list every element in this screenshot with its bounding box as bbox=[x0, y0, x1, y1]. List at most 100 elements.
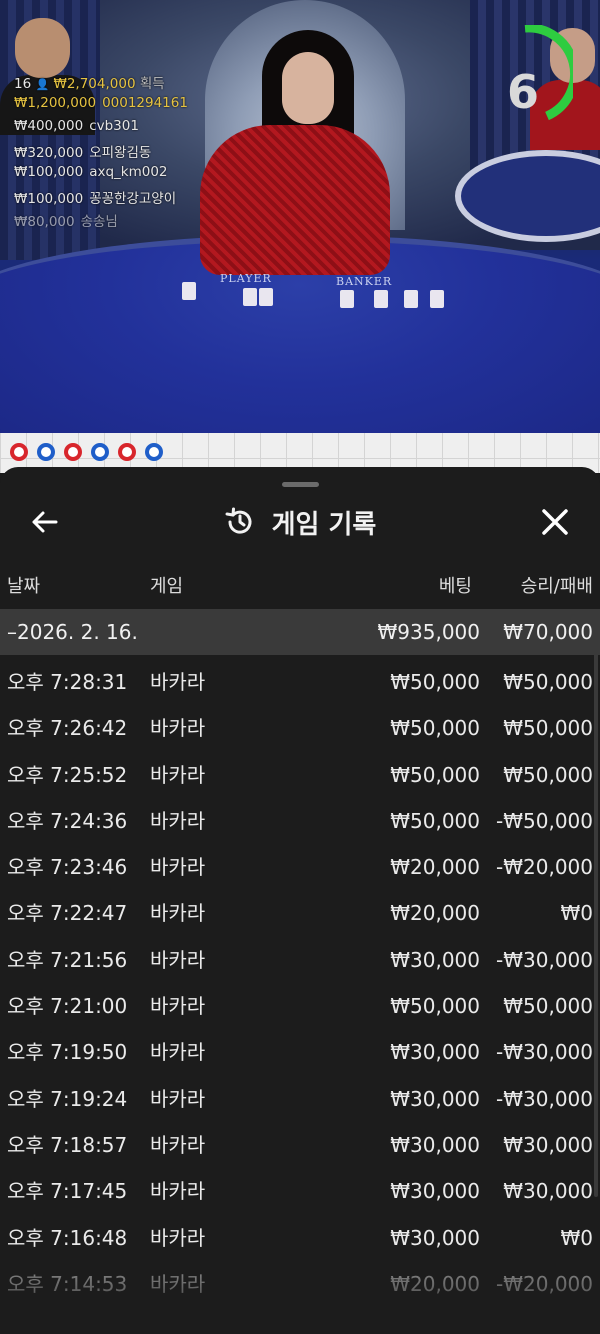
row-game: 바카라 bbox=[150, 1132, 206, 1157]
row-result: ₩50,000 bbox=[503, 670, 593, 694]
row-game: 바카라 bbox=[150, 1225, 206, 1250]
live-video[interactable]: PLAYER BANKER 16 👤 ₩2,704,000 획득 ₩1,200,… bbox=[0, 0, 600, 433]
column-header-result[interactable]: 승리/패배 bbox=[521, 572, 593, 598]
row-time: 오후 7:26:42 bbox=[7, 716, 128, 741]
row-time: 오후 7:19:50 bbox=[7, 1040, 128, 1065]
row-result: ₩0 bbox=[560, 1225, 594, 1250]
bet-amount: ₩100,000 bbox=[14, 191, 84, 207]
history-row[interactable]: 오후 7:28:31 바카라 ₩50,000 ₩50,000 bbox=[0, 659, 600, 705]
total-winnings: ₩2,704,000 bbox=[53, 76, 136, 92]
row-result: -₩30,000 bbox=[496, 1086, 593, 1111]
row-bet: ₩50,000 bbox=[390, 762, 480, 787]
road-dot-banker bbox=[10, 443, 28, 461]
bet-amount: ₩320,000 bbox=[14, 145, 84, 161]
history-row[interactable]: 오후 7:18:57 바카라 ₩30,000 ₩30,000 bbox=[0, 1122, 600, 1168]
table-header: 날짜 게임 베팅 승리/패배 bbox=[0, 572, 600, 602]
row-game: 바카라 bbox=[150, 947, 206, 972]
row-game: 바카라 bbox=[150, 1179, 206, 1204]
day-date: –2026. 2. 16. bbox=[7, 620, 138, 644]
card bbox=[430, 290, 444, 308]
bet-user: 0001294161 bbox=[102, 95, 188, 111]
card bbox=[404, 290, 418, 308]
history-row[interactable]: 오후 7:21:56 바카라 ₩30,000 -₩30,000 bbox=[0, 937, 600, 983]
row-bet: ₩30,000 bbox=[390, 1132, 480, 1157]
row-time: 오후 7:14:53 bbox=[7, 1271, 128, 1296]
row-time: 오후 7:19:24 bbox=[7, 1086, 128, 1111]
row-bet: ₩30,000 bbox=[390, 1086, 480, 1111]
bet-row: ₩400,000 cvb301 bbox=[14, 118, 188, 141]
row-result: -₩20,000 bbox=[496, 855, 593, 880]
row-bet: ₩20,000 bbox=[390, 1271, 480, 1296]
day-result-total: ₩70,000 bbox=[503, 620, 593, 644]
title-group: 게임 기록 bbox=[0, 495, 600, 549]
history-row[interactable]: 오후 7:16:48 바카라 ₩30,000 ₩0 bbox=[0, 1215, 600, 1261]
history-row[interactable]: 오후 7:23:46 바카라 ₩20,000 -₩20,000 bbox=[0, 844, 600, 890]
bettor-count: 16 bbox=[14, 76, 32, 92]
card bbox=[374, 290, 388, 308]
row-bet: ₩20,000 bbox=[390, 855, 480, 880]
bet-user: 꽁꽁한강고양이 bbox=[89, 191, 177, 207]
day-summary-row[interactable]: –2026. 2. 16. ₩935,000 ₩70,000 bbox=[0, 609, 600, 655]
row-result: -₩30,000 bbox=[496, 1040, 593, 1065]
history-row[interactable]: 오후 7:19:50 바카라 ₩30,000 -₩30,000 bbox=[0, 1029, 600, 1075]
row-game: 바카라 bbox=[150, 901, 206, 926]
column-header-game[interactable]: 게임 bbox=[150, 572, 183, 598]
history-row[interactable]: 오후 7:17:45 바카라 ₩30,000 ₩30,000 bbox=[0, 1168, 600, 1214]
row-game: 바카라 bbox=[150, 1271, 206, 1296]
row-time: 오후 7:18:57 bbox=[7, 1132, 128, 1157]
history-row[interactable]: 오후 7:14:53 바카라 ₩20,000 -₩20,000 bbox=[0, 1261, 600, 1307]
row-result: -₩30,000 bbox=[496, 947, 593, 972]
row-result: -₩50,000 bbox=[496, 808, 593, 833]
row-bet: ₩20,000 bbox=[390, 901, 480, 926]
arrow-left-icon bbox=[32, 511, 58, 533]
bet-row: ₩80,000 송송님 bbox=[14, 210, 188, 233]
row-result: ₩30,000 bbox=[503, 1179, 593, 1204]
card bbox=[182, 282, 196, 300]
column-header-bet[interactable]: 베팅 bbox=[439, 572, 472, 598]
row-time: 오후 7:23:46 bbox=[7, 855, 128, 880]
row-game: 바카라 bbox=[150, 716, 206, 741]
road-dot-player bbox=[91, 443, 109, 461]
bet-amount: ₩400,000 bbox=[14, 118, 84, 134]
sheet-header: 게임 기록 bbox=[0, 495, 600, 549]
countdown-timer: 6 bbox=[495, 23, 579, 125]
day-bet-total: ₩935,000 bbox=[377, 620, 480, 644]
row-time: 오후 7:16:48 bbox=[7, 1225, 128, 1250]
bet-amount: ₩80,000 bbox=[14, 214, 75, 230]
bet-user: 오피왕김동 bbox=[89, 145, 152, 161]
sheet-drag-handle[interactable] bbox=[282, 482, 319, 487]
back-button[interactable] bbox=[28, 505, 62, 539]
bet-user: 송송님 bbox=[80, 214, 118, 230]
row-result: ₩50,000 bbox=[503, 716, 593, 741]
row-bet: ₩30,000 bbox=[390, 947, 480, 972]
row-game: 바카라 bbox=[150, 1040, 206, 1065]
road-dot-player bbox=[37, 443, 55, 461]
row-bet: ₩50,000 bbox=[390, 716, 480, 741]
dealer-body bbox=[200, 125, 390, 275]
history-row[interactable]: 오후 7:26:42 바카라 ₩50,000 ₩50,000 bbox=[0, 705, 600, 751]
history-row[interactable]: 오후 7:21:00 바카라 ₩50,000 ₩50,000 bbox=[0, 983, 600, 1029]
bet-row: ₩320,000 오피왕김동 bbox=[14, 141, 188, 164]
list-scrollbar[interactable] bbox=[594, 617, 598, 1197]
history-row[interactable]: 오후 7:24:36 바카라 ₩50,000 -₩50,000 bbox=[0, 798, 600, 844]
history-row[interactable]: 오후 7:19:24 바카라 ₩30,000 -₩30,000 bbox=[0, 1076, 600, 1122]
row-time: 오후 7:28:31 bbox=[7, 670, 128, 694]
bet-summary: 16 👤 ₩2,704,000 획득 bbox=[14, 72, 188, 95]
road-dot-banker bbox=[118, 443, 136, 461]
row-bet: ₩30,000 bbox=[390, 1179, 480, 1204]
history-row[interactable]: 오후 7:22:47 바카라 ₩20,000 ₩0 bbox=[0, 890, 600, 936]
winnings-label: 획득 bbox=[139, 76, 165, 92]
close-button[interactable] bbox=[538, 505, 572, 539]
bet-row: ₩1,200,000 0001294161 bbox=[14, 95, 188, 118]
row-bet: ₩50,000 bbox=[390, 670, 480, 694]
row-time: 오후 7:21:00 bbox=[7, 994, 128, 1019]
table-label-player: PLAYER bbox=[220, 272, 272, 285]
column-header-date[interactable]: 날짜 bbox=[7, 572, 40, 598]
row-bet: ₩50,000 bbox=[390, 808, 480, 833]
bet-row: ₩100,000 꽁꽁한강고양이 bbox=[14, 187, 188, 210]
row-time: 오후 7:21:56 bbox=[7, 947, 128, 972]
history-list[interactable]: –2026. 2. 16. ₩935,000 ₩70,000 오후 7:28:3… bbox=[0, 609, 600, 1334]
row-time: 오후 7:17:45 bbox=[7, 1179, 128, 1204]
history-row[interactable]: 오후 7:25:52 바카라 ₩50,000 ₩50,000 bbox=[0, 752, 600, 798]
game-history-sheet: 게임 기록 날짜 게임 베팅 승리/패배 –2026. 2. 16. ₩935,… bbox=[0, 467, 600, 1334]
